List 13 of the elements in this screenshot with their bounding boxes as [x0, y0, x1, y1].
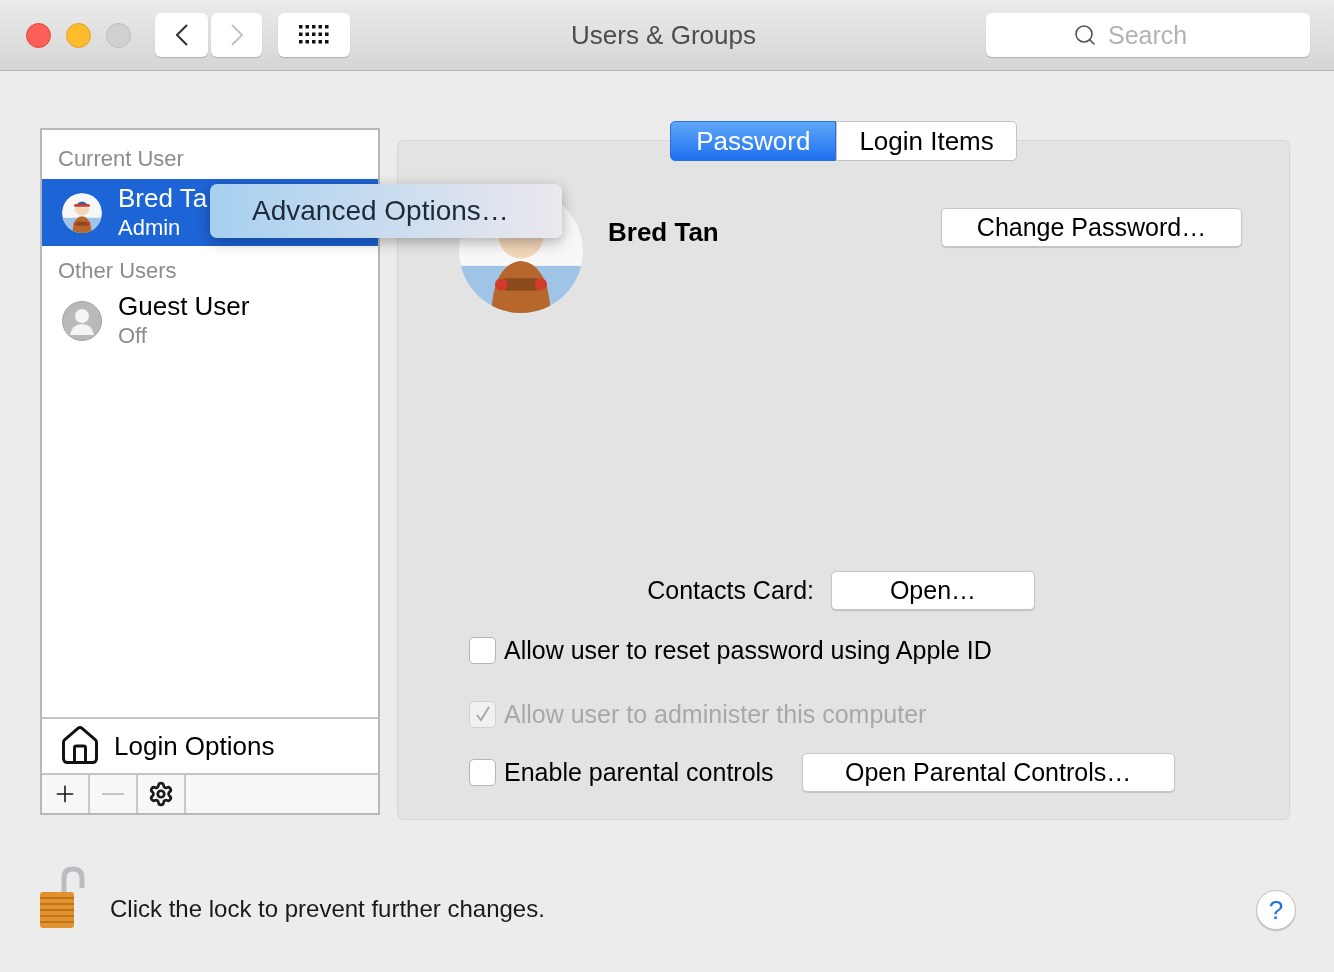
checkbox-label: Allow user to reset password using Apple ID — [504, 635, 992, 666]
user-name: Guest User — [118, 291, 250, 321]
account-name: Bred Tan — [608, 216, 719, 249]
contacts-card-label: Contacts Card: — [646, 574, 814, 606]
checkbox-label: Allow user to administer this computer — [504, 698, 927, 730]
window-title: Users & Groups — [571, 18, 756, 52]
section-header: Other Users — [57, 257, 178, 285]
user-role: Admin — [118, 213, 182, 242]
user-role: Off — [118, 321, 148, 350]
checkbox-label: Enable parental controls — [504, 756, 774, 788]
user-name: Bred Ta — [118, 183, 208, 213]
lock-message: Click the lock to prevent further changes. — [110, 894, 545, 924]
section-header: Current User — [57, 145, 185, 173]
